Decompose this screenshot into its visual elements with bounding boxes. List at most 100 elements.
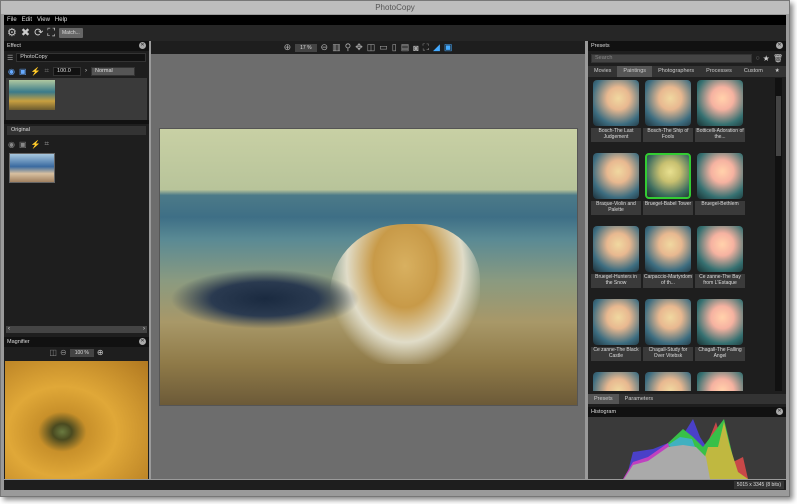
scroll-thumb[interactable] xyxy=(776,96,781,156)
main-image[interactable] xyxy=(159,128,578,406)
vertical-scrollbar[interactable] xyxy=(775,78,782,391)
refresh-icon[interactable]: ⟳ xyxy=(34,26,43,40)
zoom-out-icon[interactable]: ⊖ xyxy=(321,42,329,53)
scroll-right-icon[interactable]: › xyxy=(143,326,145,333)
preset-item[interactable]: Bruegel-Hunters in the Snow xyxy=(591,224,641,295)
preset-thumbnail[interactable] xyxy=(593,226,639,272)
lightning-icon[interactable]: ⚡ xyxy=(31,67,41,76)
effect-thumbnail[interactable] xyxy=(9,80,55,110)
preset-item[interactable] xyxy=(643,370,693,391)
preset-thumbnail[interactable] xyxy=(593,299,639,345)
preset-label: Bruegel-Hunters in the Snow xyxy=(591,274,641,288)
tab-custom[interactable]: Custom xyxy=(738,66,769,77)
preset-thumbnail[interactable] xyxy=(593,372,639,391)
preset-item[interactable]: Botticelli-Adoration of the... xyxy=(695,78,745,149)
menu-help[interactable]: Help xyxy=(55,15,67,25)
camera-icon[interactable]: ◙ xyxy=(413,43,418,53)
trash-icon[interactable]: 🗑 xyxy=(773,54,783,63)
layer-icon[interactable]: ◉ xyxy=(8,67,15,76)
split-horizontal-icon[interactable]: ▭ xyxy=(379,42,388,53)
preset-thumbnail[interactable] xyxy=(697,299,743,345)
preset-name-field[interactable]: PhotoCopy xyxy=(16,53,146,62)
single-view-icon[interactable]: ▯ xyxy=(392,42,397,53)
preset-item[interactable]: Chagall-The Falling Angel xyxy=(695,297,745,368)
zoom-in-icon[interactable]: ⊕ xyxy=(97,348,104,357)
chevron-right-icon[interactable]: › xyxy=(85,68,87,74)
zoom-in-icon[interactable]: ⊕ xyxy=(284,42,292,53)
fit-icon[interactable]: ▥ xyxy=(332,42,341,53)
histogram-icon[interactable]: ◢ xyxy=(433,42,440,53)
close-icon[interactable]: ✕ xyxy=(776,42,783,49)
original-thumbnail[interactable] xyxy=(9,153,55,183)
search-clear-icon[interactable]: ○ xyxy=(755,55,759,62)
menu-view[interactable]: View xyxy=(37,15,50,25)
preset-thumbnail[interactable] xyxy=(697,226,743,272)
preset-thumbnail[interactable] xyxy=(645,372,691,391)
crop-icon[interactable]: ⌗ xyxy=(45,139,50,149)
preset-label: Bosch-The Last Judgement xyxy=(591,128,641,142)
tab-presets[interactable]: Presets xyxy=(588,394,619,404)
canvas-zoom[interactable]: 17 % xyxy=(295,43,317,52)
preset-thumbnail[interactable] xyxy=(645,153,691,199)
star-icon[interactable]: ★ xyxy=(763,54,770,63)
preset-label: Ce zanne-The Bay from L'Estaque xyxy=(695,274,745,288)
preset-item[interactable]: Bruegel-Babel Tower xyxy=(643,151,693,222)
tab-movies[interactable]: Movies xyxy=(588,66,617,77)
monitor-icon[interactable]: ▣ xyxy=(19,140,27,149)
tab-processes[interactable]: Processes xyxy=(700,66,738,77)
opacity-input[interactable]: 100.0 xyxy=(53,66,82,76)
preset-item[interactable]: Bosch-The Ship of Fools xyxy=(643,78,693,149)
preset-item[interactable]: Bosch-The Last Judgement xyxy=(591,78,641,149)
search-input[interactable]: Search xyxy=(591,54,753,63)
preset-thumbnail[interactable] xyxy=(593,153,639,199)
preset-label: Bruegel-Bethlem xyxy=(695,201,745,215)
split-view-icon[interactable]: ◫ xyxy=(49,348,57,357)
layer-icon[interactable]: ◉ xyxy=(8,140,15,149)
preset-thumbnail[interactable] xyxy=(697,153,743,199)
preset-item[interactable]: Braque-Violin and Palette xyxy=(591,151,641,222)
fit-icon[interactable]: ⛶ xyxy=(47,26,55,40)
close-icon[interactable]: ✕ xyxy=(776,408,783,415)
preset-thumbnail[interactable] xyxy=(593,80,639,126)
fullscreen-icon[interactable]: ⛶ xyxy=(423,42,429,53)
preset-label: Chagall-Study for Over Vitebsk xyxy=(643,347,693,361)
close-icon[interactable]: ✕ xyxy=(139,338,146,345)
scroll-left-icon[interactable]: ‹ xyxy=(8,326,10,333)
blend-mode-select[interactable]: Normal xyxy=(91,66,136,76)
preset-thumbnail[interactable] xyxy=(645,299,691,345)
gear-icon[interactable]: ⚙ xyxy=(7,26,17,40)
preset-thumbnail[interactable] xyxy=(645,226,691,272)
preset-item[interactable]: Chagall-Study for Over Vitebsk xyxy=(643,297,693,368)
preset-item[interactable] xyxy=(695,370,745,391)
match-button[interactable]: Match... xyxy=(59,28,83,38)
preset-item[interactable] xyxy=(591,370,641,391)
magnifier-toggle-icon[interactable]: ▣ xyxy=(444,42,453,53)
magnifier-zoom[interactable]: 100 % xyxy=(69,348,94,357)
lightning-icon[interactable]: ⚡ xyxy=(31,140,41,149)
close-icon[interactable]: ✕ xyxy=(139,42,146,49)
preset-label: Chagall-The Falling Angel xyxy=(695,347,745,361)
preset-item[interactable]: Ce zanne-The Bay from L'Estaque xyxy=(695,224,745,295)
preset-thumbnail[interactable] xyxy=(645,80,691,126)
preset-item[interactable]: Carpaccio-Martyrdom of th... xyxy=(643,224,693,295)
preset-thumbnail[interactable] xyxy=(697,80,743,126)
tab-parameters[interactable]: Parameters xyxy=(619,394,659,404)
menu-edit[interactable]: Edit xyxy=(22,15,32,25)
pan-icon[interactable]: ✥ xyxy=(355,42,363,53)
tab-photographers[interactable]: Photographers xyxy=(652,66,700,77)
close-icon[interactable]: ✖ xyxy=(21,26,30,40)
crop-icon[interactable]: ⌗ xyxy=(45,66,50,76)
horizontal-scrollbar[interactable]: ‹ › xyxy=(6,326,147,333)
compare-icon[interactable]: ▤ xyxy=(401,42,410,53)
tab-favorites-star-icon[interactable]: ★ xyxy=(769,66,786,77)
preset-item[interactable]: Bruegel-Bethlem xyxy=(695,151,745,222)
monitor-icon[interactable]: ▣ xyxy=(19,67,27,76)
preset-thumbnail[interactable] xyxy=(697,372,743,391)
magnify-icon[interactable]: ⚲ xyxy=(345,42,352,53)
preset-item[interactable]: Ce zanne-The Black Castle xyxy=(591,297,641,368)
menu-file[interactable]: File xyxy=(7,15,17,25)
split-vertical-icon[interactable]: ◫ xyxy=(367,42,376,53)
preset-label: Bosch-The Ship of Fools xyxy=(643,128,693,142)
tab-paintings[interactable]: Paintings xyxy=(617,66,653,77)
zoom-out-icon[interactable]: ⊖ xyxy=(60,348,67,357)
